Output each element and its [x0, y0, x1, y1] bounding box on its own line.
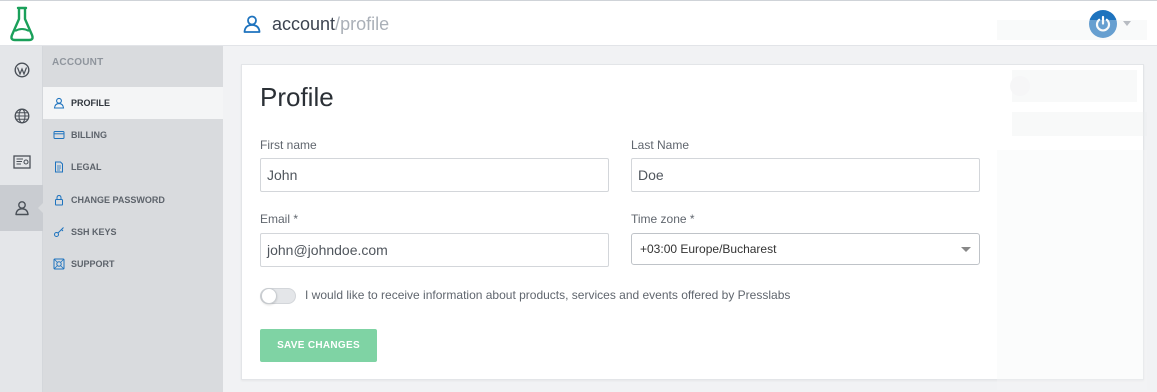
- first-name-label: First name: [260, 138, 317, 152]
- email-label: Email *: [260, 212, 299, 226]
- subnav-item-support[interactable]: SUPPORT: [43, 248, 223, 280]
- subnav-item-label: LEGAL: [71, 162, 102, 172]
- rail-item-account[interactable]: [0, 185, 44, 231]
- last-name-field[interactable]: Doe: [631, 158, 980, 192]
- newsletter-label: I would like to receive information abou…: [305, 288, 791, 302]
- last-name-label: Last Name: [631, 138, 690, 152]
- user-icon: [243, 15, 261, 33]
- subnav-item-profile[interactable]: PROFILE: [43, 87, 223, 119]
- subnav-item-ssh-keys[interactable]: SSH KEYS: [43, 216, 223, 248]
- icon-rail: [0, 46, 44, 392]
- key-icon: [53, 226, 65, 238]
- timezone-select[interactable]: +03:00 Europe/Bucharest: [631, 233, 980, 265]
- profile-card: Profile First name John Last Name Doe Em…: [241, 64, 1144, 380]
- breadcrumb: account / profile: [242, 12, 389, 36]
- certificate-icon: [12, 155, 31, 169]
- subnav-item-billing[interactable]: BILLING: [43, 119, 223, 151]
- email-field[interactable]: john@johndoe.com: [260, 233, 609, 267]
- subnav-item-label: PROFILE: [71, 98, 111, 108]
- wordpress-icon: [13, 62, 30, 78]
- chevron-down-icon: [961, 247, 971, 252]
- newsletter-toggle[interactable]: [260, 288, 296, 304]
- wallet-icon: [53, 129, 65, 141]
- lifebuoy-icon: [53, 258, 65, 270]
- top-bar: account / profile: [0, 0, 1157, 46]
- breadcrumb-page: profile: [340, 13, 390, 34]
- timezone-label: Time zone *: [631, 212, 695, 226]
- subnav-title: ACCOUNT: [52, 57, 104, 68]
- user-icon: [53, 97, 65, 109]
- chevron-down-icon[interactable]: [1123, 21, 1131, 26]
- subnav-item-label: BILLING: [71, 130, 107, 140]
- user-icon: [14, 201, 29, 216]
- subnav-item-change-password[interactable]: CHANGE PASSWORD: [43, 184, 223, 216]
- rail-item-certificates[interactable]: [0, 139, 43, 185]
- account-subnav: ACCOUNT PROFILE BILLING LEGAL CHANGE PAS…: [43, 46, 223, 392]
- page-title: Profile: [260, 82, 334, 112]
- power-icon[interactable]: [1089, 10, 1117, 38]
- subnav-item-label: SUPPORT: [71, 259, 115, 269]
- save-changes-button[interactable]: SAVE CHANGES: [260, 329, 377, 362]
- rail-item-domains[interactable]: [0, 93, 43, 139]
- subnav-item-label: SSH KEYS: [71, 227, 117, 237]
- subnav-item-legal[interactable]: LEGAL: [43, 151, 223, 183]
- subnav-item-label: CHANGE PASSWORD: [71, 195, 165, 205]
- first-name-field[interactable]: John: [260, 158, 609, 192]
- toggle-knob: [261, 288, 277, 304]
- globe-icon: [14, 108, 29, 124]
- lock-icon: [53, 194, 65, 206]
- presslabs-logo-icon[interactable]: [0, 1, 43, 47]
- rail-item-wordpress[interactable]: [0, 47, 43, 93]
- timezone-value: +03:00 Europe/Bucharest: [640, 242, 777, 256]
- breadcrumb-section[interactable]: account: [272, 14, 335, 35]
- document-icon: [53, 161, 65, 173]
